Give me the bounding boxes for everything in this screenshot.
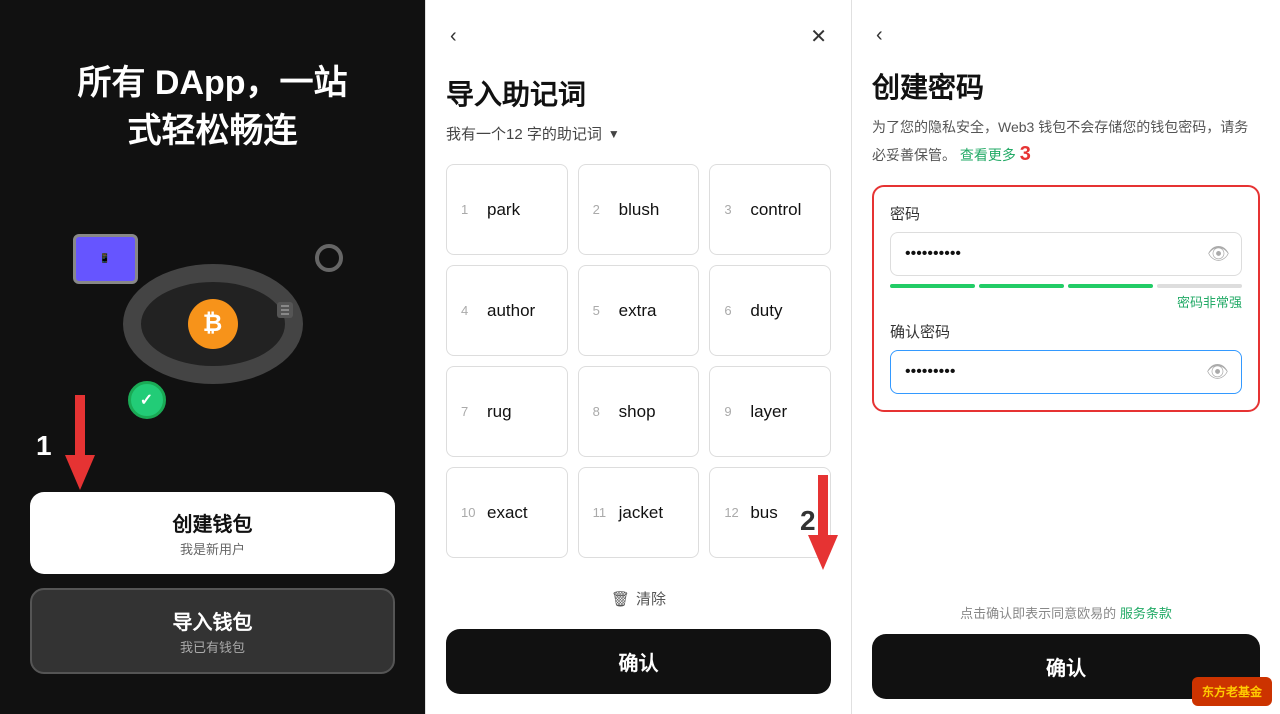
mnemonic-word-3[interactable]: 3 control: [709, 164, 831, 255]
strength-seg-2: [979, 284, 1064, 288]
eye-icon[interactable]: 👁: [1207, 244, 1230, 265]
clear-button[interactable]: 🗑 清除: [426, 578, 851, 619]
password-section: 密码 👁 密码非常强 确认密码 👁: [872, 185, 1260, 412]
import-wallet-label: 导入钱包: [173, 606, 253, 635]
mnemonic-word-10[interactable]: 10 exact: [446, 467, 568, 558]
terms-link[interactable]: 服务条款: [1120, 606, 1172, 621]
bitcoin-icon: ₿: [188, 299, 238, 349]
panel-left: 所有 DApp，一站式轻松畅连 📱 ₿ ✓ 创建钱包 我是新用户 导入钱包 我已…: [0, 0, 425, 714]
mnemonic-word-1[interactable]: 1 park: [446, 164, 568, 255]
mnemonic-word-7[interactable]: 7 rug: [446, 366, 568, 457]
import-wallet-button[interactable]: 导入钱包 我已有钱包: [30, 588, 395, 674]
password-input[interactable]: [890, 232, 1242, 276]
right-title: 创建密码: [852, 61, 1280, 116]
mnemonic-word-6[interactable]: 6 duty: [709, 265, 831, 356]
wallet-buttons: 创建钱包 我是新用户 导入钱包 我已有钱包: [30, 492, 395, 674]
mnemonic-word-2[interactable]: 2 blush: [578, 164, 700, 255]
password-input-wrapper: 👁: [890, 232, 1242, 276]
create-wallet-sub: 我是新用户: [180, 539, 245, 558]
strength-seg-1: [890, 284, 975, 288]
strength-bar: [890, 284, 1242, 288]
create-wallet-label: 创建钱包: [173, 508, 253, 537]
step-3-label: 3: [1020, 138, 1031, 170]
mnemonic-type-selector[interactable]: 我有一个12 字的助记词 ▼: [426, 118, 851, 159]
right-header: ‹: [852, 0, 1280, 61]
panel-right: ‹ 创建密码 为了您的隐私安全，Web3 钱包不会存储您的钱包密码，请务必妥善保…: [852, 0, 1280, 714]
circle-decoration: [315, 244, 343, 272]
password-field-label: 密码: [890, 203, 1242, 224]
close-icon[interactable]: ✕: [806, 20, 831, 53]
strength-label: 密码非常强: [890, 292, 1242, 311]
watermark: 东方老基金: [1192, 677, 1272, 706]
confirm-password-label: 确认密码: [890, 321, 1242, 342]
import-wallet-sub: 我已有钱包: [180, 637, 245, 656]
back-icon[interactable]: ‹: [446, 21, 461, 52]
mnemonic-word-11[interactable]: 11 jacket: [578, 467, 700, 558]
mnemonic-word-12[interactable]: 12 bus: [709, 467, 831, 558]
right-back-icon[interactable]: ‹: [872, 20, 887, 51]
confirm-input-wrapper: 👁: [890, 350, 1242, 394]
strength-seg-4: [1157, 284, 1242, 288]
trash-icon: 🗑: [611, 590, 630, 608]
right-description: 为了您的隐私安全，Web3 钱包不会存储您的钱包密码，请务必妥善保管。 查看更多…: [852, 116, 1280, 185]
strength-seg-3: [1068, 284, 1153, 288]
mnemonic-word-5[interactable]: 5 extra: [578, 265, 700, 356]
confirm-password-input[interactable]: [891, 351, 1241, 393]
clear-label: 清除: [636, 588, 666, 609]
panel-left-title: 所有 DApp，一站式轻松畅连: [77, 60, 347, 155]
panel-middle: ‹ ✕ 导入助记词 我有一个12 字的助记词 ▼ 1 park 2 blush …: [425, 0, 852, 714]
device-illustration: 📱 ₿ ✓: [73, 214, 353, 434]
coin-icon: ✓: [128, 381, 166, 419]
mnemonic-word-8[interactable]: 8 shop: [578, 366, 700, 457]
middle-header: ‹ ✕: [426, 0, 851, 63]
see-more-link[interactable]: 查看更多: [960, 147, 1016, 163]
terms-text: 点击确认即表示同意欧易的 服务条款: [852, 591, 1280, 634]
mnemonic-word-4[interactable]: 4 author: [446, 265, 568, 356]
tablet-icon: 📱: [73, 234, 138, 284]
middle-confirm-button[interactable]: 确认: [446, 629, 831, 694]
create-wallet-button[interactable]: 创建钱包 我是新用户: [30, 492, 395, 574]
ring-illustration: ₿: [123, 264, 303, 384]
mnemonic-word-9[interactable]: 9 layer: [709, 366, 831, 457]
mnemonic-type-label: 我有一个12 字的助记词: [446, 123, 602, 144]
middle-title: 导入助记词: [426, 63, 851, 118]
chevron-down-icon: ▼: [608, 127, 620, 141]
confirm-eye-icon[interactable]: 👁: [1206, 362, 1229, 383]
mnemonic-grid: 1 park 2 blush 3 control 4 author 5 extr…: [426, 159, 851, 578]
